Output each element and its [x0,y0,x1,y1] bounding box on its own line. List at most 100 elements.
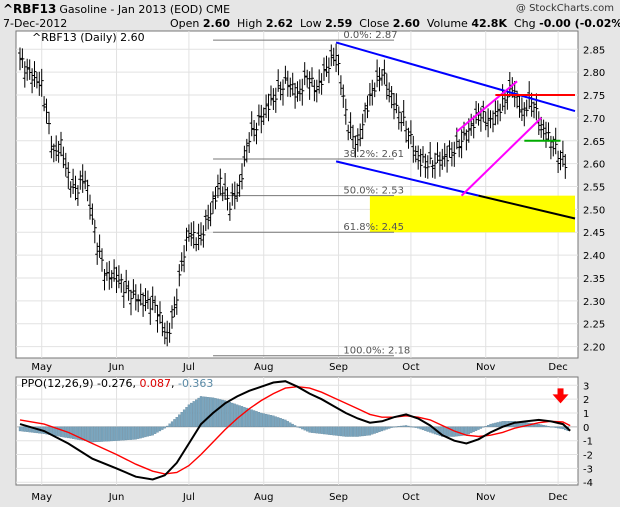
ppo-histogram-bar [356,426,359,437]
ppo-histogram-bar [93,426,96,443]
ppo-histogram-bar [556,426,560,429]
ppo-histogram-bar [151,426,154,436]
ppo-histogram-bar [429,426,432,433]
price-y-tick-label: 2.50 [583,205,605,216]
ppo-histogram-bar [349,426,352,437]
ppo-histogram-bar [467,426,470,435]
ppo-histogram-bar [161,426,164,430]
ppo-histogram-bar [260,412,263,427]
ppo-histogram-bar [334,426,338,436]
ppo-histogram-bar [479,426,483,429]
ppo-histogram-bar [185,407,188,427]
price-x-tick-label: Jun [108,362,125,373]
ppo-histogram-bar [484,426,487,427]
ppo-histogram-bar [103,426,106,442]
ppo-histogram-bar [313,426,316,434]
ppo-histogram-bar [375,426,379,433]
ppo-histogram-bar [412,426,415,428]
ppo-histogram-bar [402,425,405,427]
ppo-histogram-bar [344,426,347,437]
price-y-tick-label: 2.55 [583,182,605,193]
ppo-histogram-bar [175,417,178,427]
ppo-histogram-bar [385,426,388,430]
ppo-histogram-bar [98,426,101,442]
ppo-histogram-bar [301,426,304,430]
ppo-x-tick-label: May [31,492,52,503]
ppo-histogram-bar [482,426,485,428]
ppo-histogram-bar [339,426,343,437]
price-y-tick-label: 2.75 [583,91,605,102]
ppo-histogram-bar [248,408,251,427]
ppo-histogram-bar [180,412,183,427]
ppo-histogram-bar [472,426,475,432]
ppo-histogram-bar [542,425,545,427]
ppo-histogram-bar [380,426,384,432]
ppo-histogram-bar [274,416,277,427]
ppo-histogram-bar [354,426,357,437]
ppo-histogram-bar [496,422,499,427]
ppo-histogram-bar [559,426,562,429]
ppo-histogram-bar [243,407,246,427]
price-y-tick-label: 2.30 [583,297,605,308]
ppo-histogram-bar [226,401,229,427]
ppo-histogram-bar [219,399,222,427]
ppo-histogram-bar [342,426,345,437]
ppo-histogram-bar [216,398,220,427]
price-x-tick-label: Dec [548,362,567,373]
ppo-histogram-bar [400,425,403,427]
ppo-histogram-bar [320,426,323,434]
ppo-histogram-bar [332,426,335,436]
ppo-histogram-bar [127,426,130,440]
ppo-histogram-bar [361,426,364,437]
ppo-x-tick-label: Oct [402,492,419,503]
ppo-histogram-bar [544,425,548,427]
ppo-histogram-bar [289,422,292,427]
ppo-x-tick-label: Nov [476,492,496,503]
ppo-histogram-bar [499,421,502,427]
ppo-histogram-bar [378,426,381,432]
ppo-histogram-bar [240,406,244,427]
ppo-histogram-bar [373,426,376,434]
price-y-tick-label: 2.85 [583,45,605,56]
ppo-histogram-bar [132,426,135,440]
ppo-histogram-bar [267,414,270,427]
ppo-histogram-bar [153,426,157,434]
ppo-histogram-bar [182,409,186,427]
ppo-histogram-bar [306,426,309,432]
ppo-histogram-bar [197,397,200,427]
ppo-histogram-bar [419,426,422,430]
ppo-histogram-bar [458,426,461,437]
price-x-tick-label: Oct [402,362,419,373]
ppo-histogram-bar [18,426,22,432]
ppo-histogram-bar [204,396,207,427]
ppo-histogram-bar [303,426,306,431]
ppo-histogram-bar [359,426,362,437]
price-y-tick-label: 2.25 [583,320,605,331]
ppo-y-tick-label: -2 [583,451,593,462]
ppo-histogram-bar [315,426,318,434]
fib-level-label: 0.0%: 2.87 [343,30,397,41]
ppo-histogram-bar [146,426,150,437]
ppo-histogram-bar [192,401,195,427]
ppo-histogram-bar [318,426,321,434]
ppo-histogram-bar [284,419,287,427]
ppo-histogram-bar [424,426,427,431]
ppo-histogram-bar [129,426,133,440]
ppo-histogram-bar [486,425,490,427]
ppo-histogram-bar [209,397,212,427]
ppo-histogram-bar [371,426,374,435]
ppo-histogram-bar [170,421,174,427]
ppo-histogram-bar [137,426,140,439]
price-y-tick-label: 2.35 [583,274,605,285]
ppo-histogram-bar [395,426,398,428]
price-panel [15,30,579,359]
ppo-y-tick-label: -3 [583,464,593,475]
ppo-histogram-bar [110,426,113,442]
ppo-histogram-bar [417,426,420,429]
ppo-histogram-bar [477,426,480,430]
ppo-histogram-bar [293,425,297,427]
ppo-x-tick-label: Jul [182,492,195,503]
ppo-histogram-bar [233,403,236,427]
ppo-histogram-bar [421,426,425,431]
fib-level-label: 38.2%: 2.61 [343,149,404,160]
